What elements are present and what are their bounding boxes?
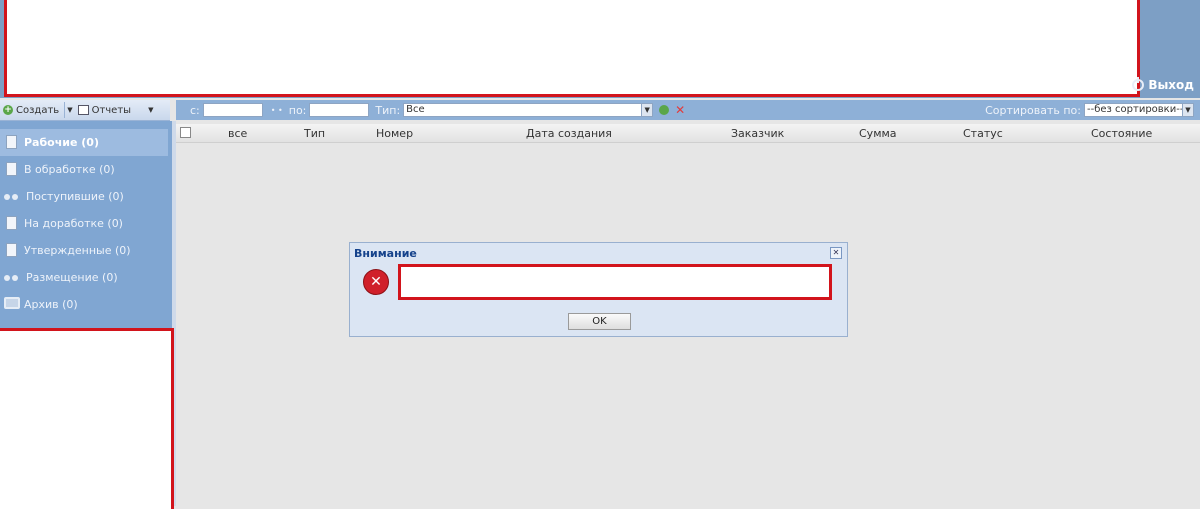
column-header-type[interactable]: Тип [304, 127, 325, 140]
create-button[interactable]: + Создать [0, 101, 62, 119]
toolbar-divider [64, 102, 66, 118]
dialog-title: Внимание [354, 247, 417, 260]
redacted-area-top [4, 0, 1140, 97]
sidebar-item-label: На доработке (0) [24, 217, 123, 230]
rework-document-icon [4, 215, 18, 232]
column-header-all[interactable]: все [228, 127, 247, 140]
column-header-status[interactable]: Статус [963, 127, 1003, 140]
type-label: Тип: [375, 103, 401, 117]
redacted-area-bottom-left [0, 328, 174, 509]
sidebar-item-label: Рабочие (0) [24, 136, 99, 149]
sidebar-item-approved[interactable]: Утвержденные (0) [0, 237, 168, 264]
chevron-down-icon: ▼ [641, 104, 653, 116]
sidebar-item-processing[interactable]: В обработке (0) [0, 156, 168, 183]
chart-icon [77, 105, 89, 115]
sidebar-item-label: Размещение (0) [26, 271, 118, 284]
edit-document-icon [4, 161, 18, 178]
redacted-message [398, 264, 832, 300]
column-header-state[interactable]: Состояние [1091, 127, 1152, 140]
sidebar-item-archive[interactable]: Архив (0) [0, 291, 168, 318]
sidebar-item-label: Утвержденные (0) [24, 244, 131, 257]
left-toolbar: + Создать ▼ Отчеты ▼ [0, 100, 170, 121]
alert-dialog: Внимание ✕ ✕ OK [349, 242, 848, 337]
date-from-label: с: [190, 103, 200, 117]
reports-label: Отчеты [91, 104, 132, 116]
incoming-icon [4, 189, 20, 205]
sidebar-item-label: В обработке (0) [24, 163, 115, 176]
folder-list: Рабочие (0) В обработке (0) Поступившие … [0, 129, 168, 318]
create-dropdown-arrow-icon[interactable]: ▼ [67, 106, 72, 114]
add-icon: + [3, 105, 13, 115]
sidebar-item-rework[interactable]: На доработке (0) [0, 210, 168, 237]
logout-button[interactable]: Выход [1132, 77, 1194, 92]
approved-document-icon [4, 242, 18, 259]
column-header-number[interactable]: Номер [376, 127, 413, 140]
grid-header: все Тип Номер Дата создания Заказчик Сум… [176, 124, 1200, 143]
calendar-icon[interactable]: • • [271, 106, 283, 115]
placement-icon [4, 270, 20, 286]
type-select[interactable]: Все ▼ [403, 103, 654, 117]
error-icon: ✕ [363, 269, 389, 295]
reports-button[interactable]: Отчеты [75, 101, 134, 119]
type-select-value: Все [406, 104, 425, 115]
sidebar-item-incoming[interactable]: Поступившие (0) [0, 183, 168, 210]
logout-label: Выход [1148, 78, 1194, 92]
column-header-customer[interactable]: Заказчик [731, 127, 784, 140]
app-header: Выход [0, 0, 1200, 98]
column-header-created-date[interactable]: Дата создания [526, 127, 612, 140]
date-from-input[interactable] [202, 103, 263, 117]
power-icon [1132, 77, 1145, 91]
document-icon [4, 134, 18, 151]
sort-label: Сортировать по: [985, 103, 1081, 117]
column-header-amount[interactable]: Сумма [859, 127, 897, 140]
sidebar-item-working[interactable]: Рабочие (0) [0, 129, 168, 156]
close-icon[interactable]: ✕ [830, 247, 842, 259]
clear-filter-icon[interactable]: ✕ [675, 103, 685, 117]
select-all-checkbox[interactable] [180, 127, 191, 138]
chevron-down-icon: ▼ [1182, 104, 1193, 116]
sidebar-item-label: Архив (0) [24, 298, 78, 311]
date-to-label: по: [288, 103, 307, 117]
sidebar-item-label: Поступившие (0) [26, 190, 124, 203]
apply-filter-icon[interactable] [659, 105, 670, 115]
reports-dropdown-arrow-icon[interactable]: ▼ [148, 106, 153, 114]
ok-button[interactable]: OK [568, 313, 631, 330]
filter-bar: с: • • по: Тип: Все ▼ ✕ Сортировать по: … [176, 100, 1200, 120]
date-to-input[interactable] [309, 103, 370, 117]
sort-select-value: --без сортировки-- [1087, 104, 1184, 115]
sort-select[interactable]: --без сортировки-- ▼ [1084, 103, 1194, 117]
archive-icon [4, 296, 20, 313]
sidebar-item-placement[interactable]: Размещение (0) [0, 264, 168, 291]
create-label: Создать [16, 104, 60, 116]
